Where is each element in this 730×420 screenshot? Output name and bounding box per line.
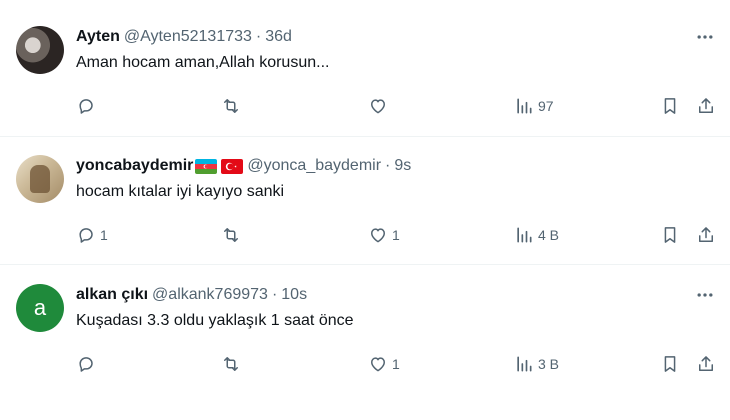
heart-icon [371, 228, 385, 243]
share-icon [699, 227, 713, 242]
tweet[interactable]: a alkan çıkı @alkank769973 · 10s Kuşadas… [0, 265, 730, 420]
views-button[interactable]: 3 B [514, 353, 559, 375]
reply-feed: Ayten @Ayten52131733 · 36d Aman hocam am… [0, 0, 730, 420]
bookmark-icon [664, 227, 676, 243]
retweet-icon [224, 357, 238, 371]
view-count: 4 B [538, 227, 560, 243]
tweet-text: Kuşadası 3.3 oldu yaklaşık 1 saat önce [76, 312, 354, 329]
avatar[interactable] [16, 26, 64, 74]
view-count: 3 B [538, 356, 560, 372]
tweet-header: yoncabaydemir @yonca_baydemir · 9s [76, 155, 411, 177]
share-button[interactable] [696, 95, 716, 117]
reply-count: 1 [100, 227, 108, 243]
tweet-text: hocam kıtalar iyi kayıyo sanki [76, 183, 285, 200]
bookmark-icon [664, 98, 676, 114]
reply-button[interactable] [76, 353, 100, 375]
tweet-header: Ayten @Ayten52131733 · 36d [76, 26, 292, 48]
like-count: 1 [392, 227, 400, 243]
bookmark-button[interactable] [660, 353, 680, 375]
like-button[interactable]: 1 [368, 353, 400, 375]
display-name[interactable]: yoncabaydemir [76, 157, 193, 175]
retweet-icon [224, 99, 238, 113]
reply-icon [79, 99, 93, 114]
user-handle[interactable]: @yonca_baydemir [247, 157, 381, 175]
views-button[interactable]: 97 [514, 95, 554, 117]
action-bar: 1 1 4 B [76, 224, 718, 246]
separator-dot: · [255, 28, 262, 45]
share-button[interactable] [696, 353, 716, 375]
views-button[interactable]: 4 B [514, 224, 559, 246]
user-handle[interactable]: @alkank769973 [152, 286, 268, 304]
heart-icon [371, 99, 385, 114]
reply-icon [79, 228, 93, 243]
analytics-icon [517, 356, 532, 372]
bookmark-icon [664, 356, 676, 372]
retweet-button[interactable] [221, 224, 245, 246]
avatar[interactable] [16, 155, 64, 203]
more-options-button[interactable] [692, 26, 718, 48]
action-bar: 1 3 B [76, 353, 718, 375]
reply-button[interactable]: 1 [76, 224, 108, 246]
analytics-icon [517, 98, 532, 114]
timestamp[interactable]: 36d [265, 28, 292, 46]
more-icon [697, 35, 713, 39]
share-icon [699, 98, 713, 113]
user-handle[interactable]: @Ayten52131733 [124, 28, 252, 46]
separator-dot: · [385, 157, 391, 174]
analytics-icon [517, 227, 532, 243]
view-count: 97 [538, 98, 554, 114]
retweet-icon [224, 228, 238, 242]
azerbaijan-flag-icon [195, 158, 218, 174]
tweet[interactable]: Ayten @Ayten52131733 · 36d Aman hocam am… [0, 0, 730, 137]
more-options-button[interactable] [692, 284, 718, 306]
tweet-header: alkan çıkı @alkank769973 · 10s [76, 284, 307, 306]
heart-icon [371, 357, 385, 372]
share-button[interactable] [696, 224, 716, 246]
timestamp[interactable]: 9s [394, 157, 411, 175]
retweet-button[interactable] [221, 95, 245, 117]
turkey-flag-icon [221, 158, 244, 174]
separator-dot: · [271, 286, 278, 303]
reply-icon [79, 357, 93, 372]
more-icon [697, 293, 713, 297]
like-button[interactable] [368, 95, 392, 117]
tweet-text: Aman hocam aman,Allah korusun... [76, 54, 330, 71]
bookmark-button[interactable] [660, 95, 680, 117]
like-count: 1 [392, 356, 400, 372]
display-name[interactable]: Ayten [76, 28, 120, 46]
tweet[interactable]: yoncabaydemir @yonca_baydemir · 9s hocam… [0, 137, 730, 265]
bookmark-button[interactable] [660, 224, 680, 246]
like-button[interactable]: 1 [368, 224, 400, 246]
display-name[interactable]: alkan çıkı [76, 286, 148, 304]
retweet-button[interactable] [221, 353, 245, 375]
share-icon [699, 356, 713, 371]
reply-button[interactable] [76, 95, 100, 117]
timestamp[interactable]: 10s [281, 286, 307, 304]
action-bar: 97 [76, 95, 718, 117]
avatar[interactable]: a [16, 284, 64, 332]
